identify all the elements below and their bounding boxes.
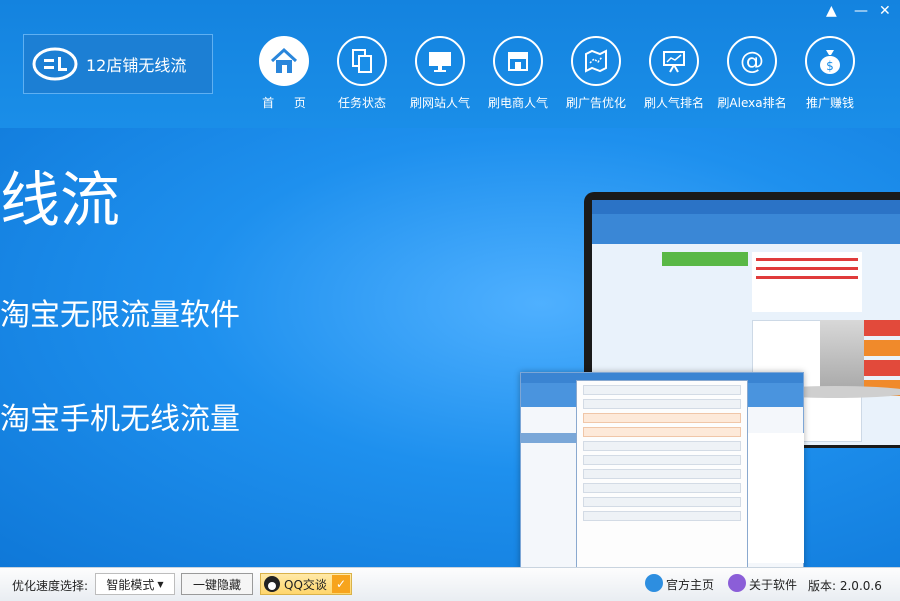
minimize-to-tray-icon[interactable]: ▲ <box>826 4 837 18</box>
home-icon <box>645 574 663 592</box>
checkmark-icon: ✓ <box>332 575 350 593</box>
dialog-illustration <box>576 380 748 567</box>
top-header: ▲ — ✕ 12店铺无线流 首 页 任务状态 刷网站人气 刷电商人气 刷广告优化… <box>0 0 900 128</box>
info-icon <box>728 574 746 592</box>
hide-window-button[interactable]: 一键隐藏 <box>181 573 253 595</box>
status-bar: 优化速度选择: 智能模式 ▼ 一键隐藏 QQ交谈 ✓ 官方主页 关于软件 版本:… <box>0 567 900 601</box>
official-homepage-link[interactable]: 官方主页 <box>666 576 714 593</box>
promo-banner: 线流 淘宝无限流量软件 淘宝手机无线流量 <box>0 128 900 567</box>
banner-subtitle-1: 淘宝无限流量软件 <box>0 298 240 333</box>
monitor-stand <box>820 320 864 390</box>
dropdown-arrow-icon: ▼ <box>157 579 164 589</box>
home-icon <box>270 47 298 73</box>
nav-label: 任务状态 <box>337 96 386 110</box>
nav-label: 刷电商人气 <box>487 96 548 110</box>
close-icon[interactable]: ✕ <box>879 4 891 18</box>
speed-mode-select[interactable]: 智能模式 ▼ <box>95 573 175 595</box>
nav-label: 刷人气排名 <box>643 96 704 110</box>
nav-item-popularity-rank[interactable]: 刷人气排名 <box>635 36 713 111</box>
nav-label: 刷网站人气 <box>409 96 470 110</box>
nav-item-ad-optimization[interactable]: 刷广告优化 <box>557 36 635 111</box>
monitor-icon <box>429 52 451 72</box>
app-name: 12店铺无线流 <box>86 56 187 75</box>
nav-item-site-traffic[interactable]: 刷网站人气 <box>401 36 479 111</box>
about-software-link[interactable]: 关于软件 <box>749 576 797 593</box>
presentation-chart-icon <box>663 51 685 73</box>
nav-label: 刷Alexa排名 <box>717 96 787 110</box>
store-icon <box>508 52 528 71</box>
qq-penguin-icon <box>264 576 280 592</box>
speed-label: 优化速度选择: <box>12 579 89 593</box>
map-icon <box>585 49 607 73</box>
at-icon: @ <box>740 47 764 75</box>
nav-item-promotion[interactable]: $ 推广赚钱 <box>791 36 869 111</box>
banner-subtitle-2: 淘宝手机无线流量 <box>0 402 240 437</box>
nav-label: 首 页 <box>262 96 314 110</box>
nav-item-alexa-rank[interactable]: @ 刷Alexa排名 <box>713 36 791 111</box>
logo-icon <box>32 47 78 81</box>
qq-chat-button[interactable]: QQ交谈 ✓ <box>260 573 352 595</box>
speed-mode-value: 智能模式 <box>106 577 155 592</box>
documents-icon <box>352 49 372 73</box>
app-logo: 12店铺无线流 <box>23 34 213 94</box>
nav-item-ecommerce-traffic[interactable]: 刷电商人气 <box>479 36 557 111</box>
main-nav: 首 页 任务状态 刷网站人气 刷电商人气 刷广告优化 刷人气排名 @ 刷Alex… <box>245 36 869 111</box>
svg-text:$: $ <box>826 59 834 73</box>
nav-item-task-status[interactable]: 任务状态 <box>323 36 401 111</box>
nav-label: 推广赚钱 <box>805 96 854 110</box>
nav-label: 刷广告优化 <box>565 96 626 110</box>
nav-item-home[interactable]: 首 页 <box>245 36 323 111</box>
minimize-icon[interactable]: — <box>854 4 868 18</box>
money-bag-icon: $ <box>820 50 840 74</box>
version-label: 版本: 2.0.0.6 <box>808 579 882 593</box>
banner-title: 线流 <box>0 166 120 236</box>
